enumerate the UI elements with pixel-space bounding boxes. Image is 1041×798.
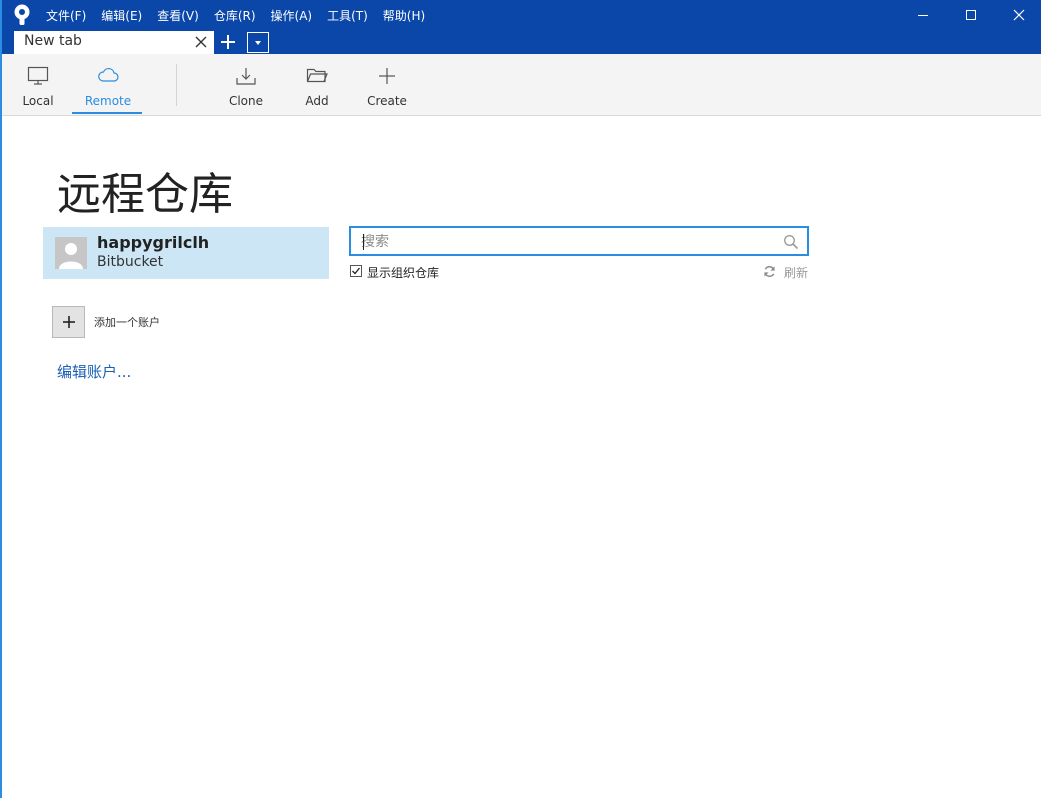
menu-view[interactable]: 查看(V) [157, 6, 199, 25]
add-button[interactable]: Add [300, 54, 334, 114]
remote-label: Remote [84, 94, 132, 108]
show-org-repos-checkbox[interactable] [350, 265, 362, 277]
menu-actions[interactable]: 操作(A) [271, 6, 313, 25]
cloud-icon [98, 67, 119, 82]
new-tab-plus-icon[interactable] [218, 32, 238, 52]
add-account-button[interactable] [52, 306, 85, 338]
edit-accounts-link[interactable]: 编辑账户... [57, 361, 131, 382]
remote-button[interactable]: Remote [78, 54, 138, 114]
window-controls [899, 0, 1041, 30]
refresh-label[interactable]: 刷新 [784, 264, 808, 281]
close-window-button[interactable] [995, 0, 1041, 30]
user-silhouette-icon [55, 237, 87, 269]
create-button[interactable]: Create [366, 54, 408, 114]
account-username: happygrilclh [97, 233, 210, 252]
tab-close-icon[interactable] [195, 36, 207, 48]
folder-icon [306, 68, 328, 83]
plus-icon [379, 68, 395, 84]
close-icon [1013, 9, 1025, 21]
menu-tools[interactable]: 工具(T) [327, 6, 368, 25]
clone-button[interactable]: Clone [228, 54, 264, 114]
page-title: 远程仓库 [57, 169, 233, 220]
plus-icon [62, 316, 75, 328]
create-label: Create [367, 94, 407, 108]
clone-label: Clone [228, 94, 264, 108]
local-label: Local [22, 94, 54, 108]
maximize-button[interactable] [947, 0, 995, 30]
search-input[interactable] [361, 232, 771, 252]
toolbar: Local Remote Clone Add Create [2, 54, 1041, 116]
chevron-down-icon [255, 40, 261, 45]
menu-edit[interactable]: 编辑(E) [101, 6, 142, 25]
title-bar: 文件(F) 编辑(E) 查看(V) 仓库(R) 操作(A) 工具(T) 帮助(H… [2, 0, 1041, 54]
search-icon [784, 235, 799, 250]
tab-list-dropdown-button[interactable] [247, 32, 269, 53]
refresh-icon[interactable] [763, 265, 776, 278]
account-item-selected[interactable]: happygrilclh Bitbucket [43, 227, 329, 279]
search-box [349, 226, 809, 256]
local-button[interactable]: Local [20, 54, 56, 114]
download-icon [236, 68, 256, 85]
tab-label: New tab [24, 33, 82, 49]
menu-repository[interactable]: 仓库(R) [214, 6, 256, 25]
show-org-repos-label[interactable]: 显示组织仓库 [367, 264, 439, 281]
minimize-button[interactable] [899, 0, 947, 30]
checkmark-icon [352, 267, 361, 275]
account-service: Bitbucket [97, 254, 164, 270]
avatar [55, 237, 87, 269]
sourcetree-logo-icon [14, 4, 30, 25]
menu-help[interactable]: 帮助(H) [383, 6, 425, 25]
maximize-icon [966, 10, 976, 20]
add-label: Add [305, 94, 329, 108]
toolbar-divider [176, 64, 177, 106]
monitor-icon [27, 66, 49, 85]
minimize-icon [918, 15, 928, 16]
app-window: 文件(F) 编辑(E) 查看(V) 仓库(R) 操作(A) 工具(T) 帮助(H… [0, 0, 1041, 798]
menu-bar: 文件(F) 编辑(E) 查看(V) 仓库(R) 操作(A) 工具(T) 帮助(H… [46, 6, 440, 25]
menu-file[interactable]: 文件(F) [46, 6, 86, 25]
active-tool-indicator [72, 112, 142, 114]
add-account-label: 添加一个账户 [94, 316, 160, 329]
text-caret [363, 234, 364, 250]
tab-new-tab[interactable]: New tab [14, 31, 214, 54]
